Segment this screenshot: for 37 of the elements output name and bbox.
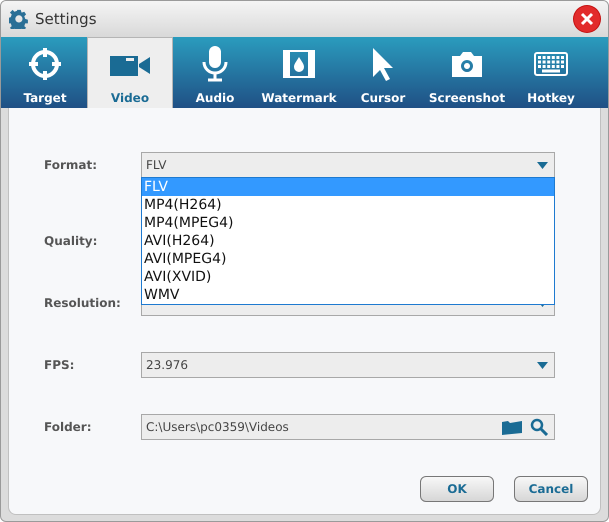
dropdown-option[interactable]: AVI(H264) (142, 232, 554, 250)
dropdown-arrow-icon (537, 162, 548, 168)
dropdown-option[interactable]: AVI(XVID) (142, 268, 554, 286)
settings-tab[interactable]: Watermark (257, 37, 341, 108)
dialog-button[interactable]: Cancel (514, 476, 588, 502)
field-label: Quality: (43, 234, 98, 248)
settings-tab[interactable]: Audio (173, 37, 257, 108)
dropdown-arrow-icon (537, 362, 548, 368)
folder-icon (502, 419, 522, 435)
settings-tab[interactable]: Target (3, 37, 87, 108)
dropdown-option[interactable]: WMV (142, 286, 554, 304)
field-label: Format: (43, 158, 98, 172)
field-label: Folder: (43, 420, 93, 434)
window-title: Settings (35, 10, 98, 28)
cursor-icon (372, 47, 394, 81)
field-label: Resolution: (43, 296, 122, 310)
settings-tab[interactable]: Screenshot (425, 37, 509, 108)
dropdown-option[interactable]: AVI(MPEG4) (142, 250, 554, 268)
folder-field[interactable]: C:\Users\pc0359\Videos (141, 414, 555, 440)
field-label: FPS: (43, 358, 76, 372)
dropdown-field[interactable]: 23.976 (141, 352, 555, 378)
camera-icon (452, 51, 482, 77)
settings-tab[interactable]: Cursor (341, 37, 425, 108)
close-button[interactable] (574, 6, 600, 32)
close-icon (580, 12, 594, 26)
dialog-button[interactable]: OK (420, 476, 494, 502)
dropdown-option[interactable]: MP4(MPEG4) (142, 214, 554, 232)
settings-tab[interactable]: Video (87, 37, 173, 108)
dropdown-field[interactable]: FLV (141, 152, 555, 178)
keyboard-icon (534, 52, 568, 76)
crosshair-icon (28, 47, 62, 81)
settings-tab[interactable]: Hotkey (509, 37, 593, 108)
microphone-icon (202, 46, 228, 82)
gear-icon (9, 9, 29, 29)
dropdown-option[interactable]: MP4(H264) (142, 196, 554, 214)
search-icon[interactable] (530, 418, 548, 436)
film-drop-icon (283, 50, 315, 78)
